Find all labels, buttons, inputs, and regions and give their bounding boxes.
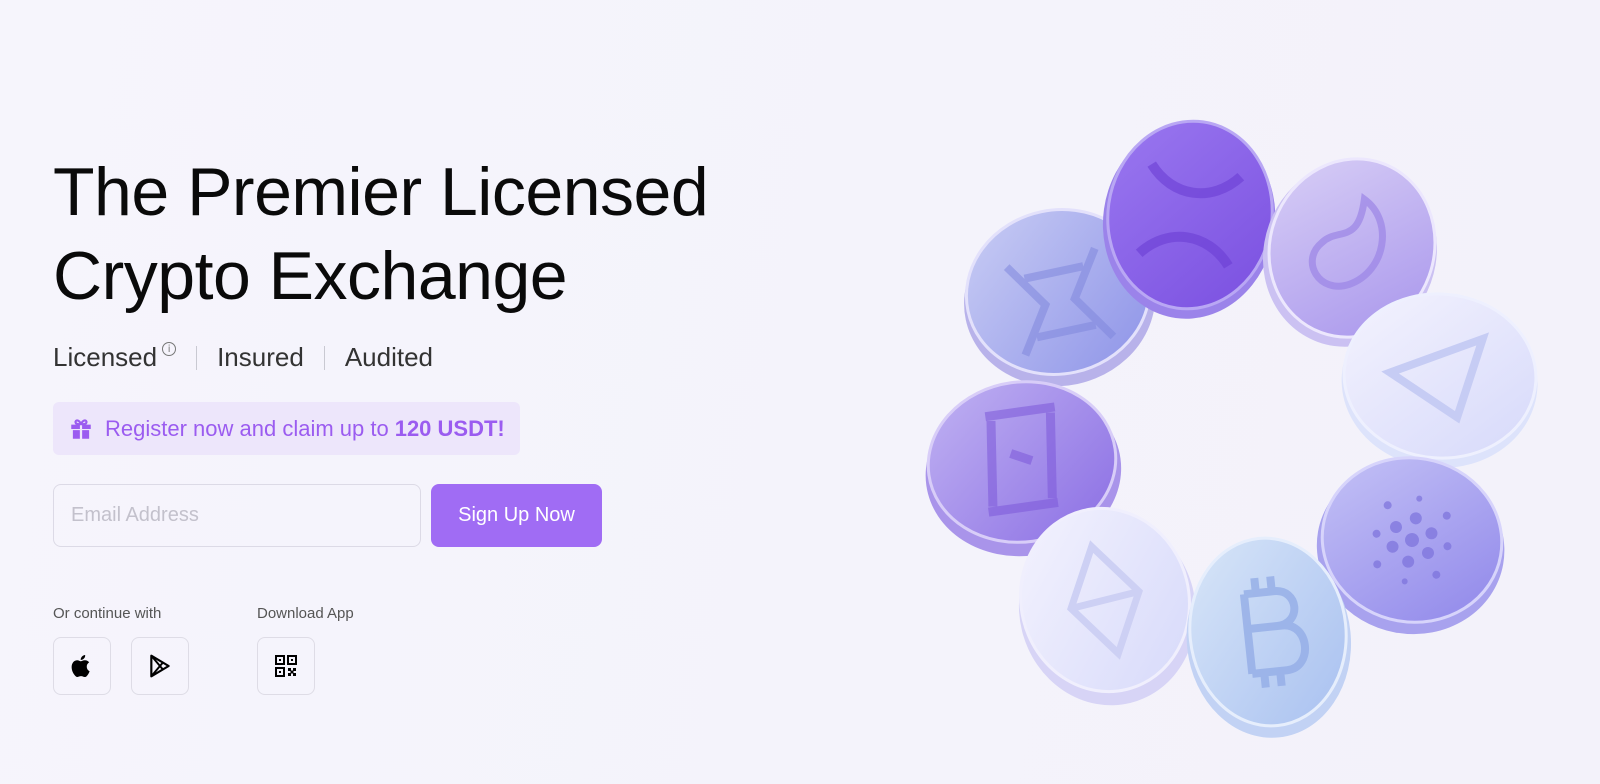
badge-insured: Insured — [217, 342, 304, 372]
hero-section: The Premier Licensed Crypto Exchange Lic… — [53, 150, 813, 695]
badge-licensed-label: Licensed — [53, 342, 158, 372]
badge-divider — [323, 345, 325, 370]
continue-with-group: Or continue with — [53, 605, 209, 695]
google-play-icon — [150, 654, 170, 678]
download-app-label: Download App — [257, 605, 354, 622]
badge-divider — [196, 345, 198, 370]
download-app-group: Download App — [257, 605, 354, 695]
continue-with-label: Or continue with — [53, 605, 162, 622]
trust-badges: Licensed i Insured Audited — [53, 342, 813, 373]
page-title: The Premier Licensed Crypto Exchange — [53, 150, 813, 318]
gift-icon — [71, 418, 91, 439]
sign-up-button[interactable]: Sign Up Now — [431, 484, 602, 547]
title-line-1: The Premier Licensed — [53, 154, 709, 230]
badge-licensed: Licensed i — [53, 342, 177, 373]
info-icon[interactable]: i — [162, 342, 177, 356]
qr-download-button[interactable] — [257, 637, 315, 695]
apple-login-button[interactable] — [53, 637, 111, 695]
crypto-coins-illustration — [925, 119, 1538, 738]
promo-banner[interactable]: Register now and claim up to 120 USDT! — [53, 402, 520, 455]
title-line-2: Crypto Exchange — [53, 238, 568, 314]
badge-audited: Audited — [344, 342, 433, 372]
google-play-login-button[interactable] — [131, 637, 189, 695]
qr-code-icon — [275, 655, 297, 677]
apple-icon — [71, 654, 90, 678]
email-input[interactable] — [53, 484, 421, 547]
signup-form: Sign Up Now — [53, 484, 813, 547]
promo-amount: 120 USDT! — [394, 415, 505, 441]
promo-text: Register now and claim up to — [105, 415, 389, 441]
auth-options: Or continue with Download App — [53, 605, 813, 695]
